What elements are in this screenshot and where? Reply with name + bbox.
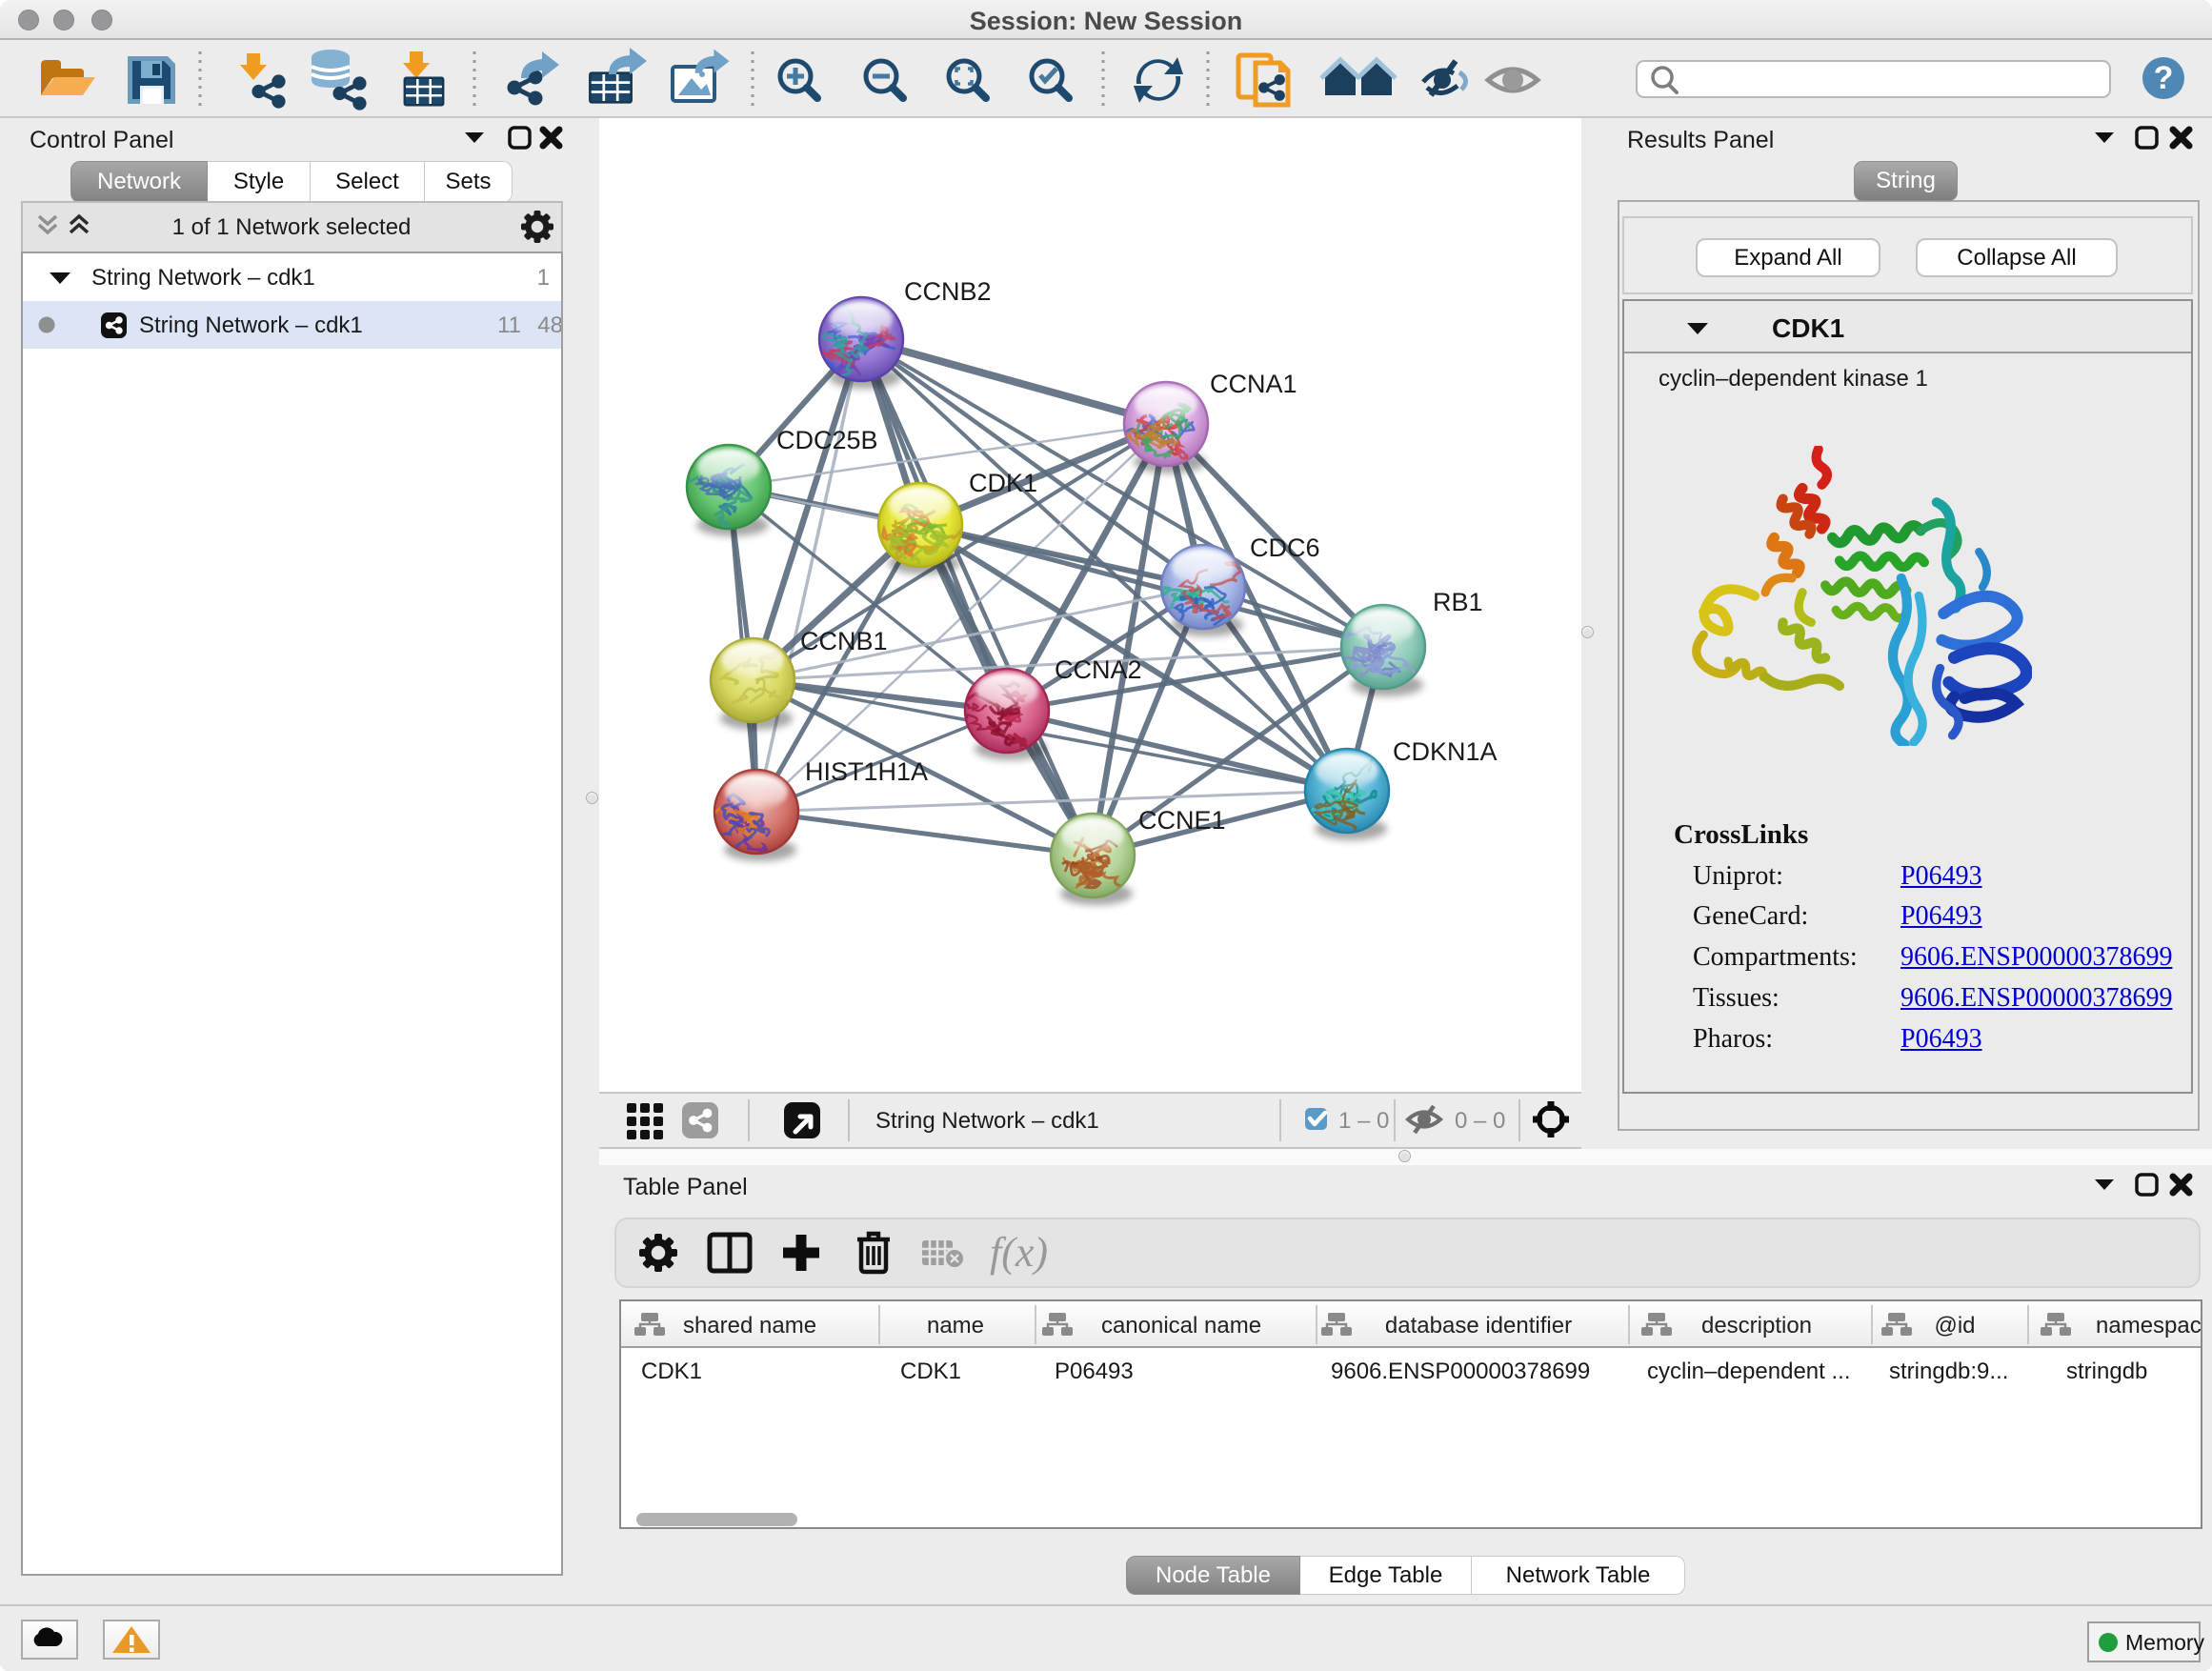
svg-text:canonical name: canonical name (1101, 1313, 1261, 1339)
svg-text:1 of 1 Network selected: 1 of 1 Network selected (172, 214, 412, 240)
svg-text:P06493: P06493 (1055, 1359, 1134, 1384)
svg-text:CDC6: CDC6 (1250, 534, 1320, 562)
svg-text:RB1: RB1 (1433, 588, 1483, 616)
svg-text:1 – 0: 1 – 0 (1338, 1108, 1389, 1134)
svg-text:stringdb:9...: stringdb:9... (1889, 1359, 2008, 1384)
svg-text:CDC25B: CDC25B (776, 426, 878, 454)
svg-text:CDK1: CDK1 (1772, 313, 1844, 343)
svg-text:11: 11 (497, 312, 521, 338)
svg-text:name: name (927, 1313, 984, 1339)
svg-text:CCNB1: CCNB1 (800, 627, 888, 655)
svg-text:f(x): f(x) (990, 1229, 1048, 1276)
svg-text:48: 48 (537, 312, 561, 338)
svg-text:stringdb: stringdb (2066, 1359, 2147, 1384)
svg-text:String Network – cdk1: String Network – cdk1 (139, 312, 363, 338)
svg-text:CCNE1: CCNE1 (1138, 806, 1226, 835)
svg-text:CDK1: CDK1 (641, 1359, 702, 1384)
svg-text:?: ? (2154, 60, 2174, 96)
svg-text:description: description (1701, 1313, 1812, 1339)
svg-text:CDK1: CDK1 (969, 469, 1037, 497)
svg-text:CCNB2: CCNB2 (904, 277, 992, 306)
svg-text:namespace: namespace (2096, 1313, 2201, 1339)
svg-text:CCNA2: CCNA2 (1055, 655, 1142, 684)
svg-text:9606.ENSP00000378699: 9606.ENSP00000378699 (1331, 1359, 1590, 1384)
svg-text:CDK1: CDK1 (900, 1359, 961, 1384)
svg-text:HIST1H1A: HIST1H1A (805, 757, 928, 786)
svg-text:@id: @id (1934, 1313, 1975, 1339)
svg-text:database identifier: database identifier (1385, 1313, 1572, 1339)
svg-text:0 – 0: 0 – 0 (1455, 1108, 1505, 1134)
svg-text:cyclin–dependent ...: cyclin–dependent ... (1647, 1359, 1850, 1384)
svg-text:String Network – cdk1: String Network – cdk1 (91, 265, 315, 291)
svg-text:CCNA1: CCNA1 (1210, 370, 1297, 398)
svg-text:shared name: shared name (683, 1313, 816, 1339)
svg-text:CDKN1A: CDKN1A (1393, 737, 1498, 766)
svg-text:1: 1 (537, 265, 550, 291)
